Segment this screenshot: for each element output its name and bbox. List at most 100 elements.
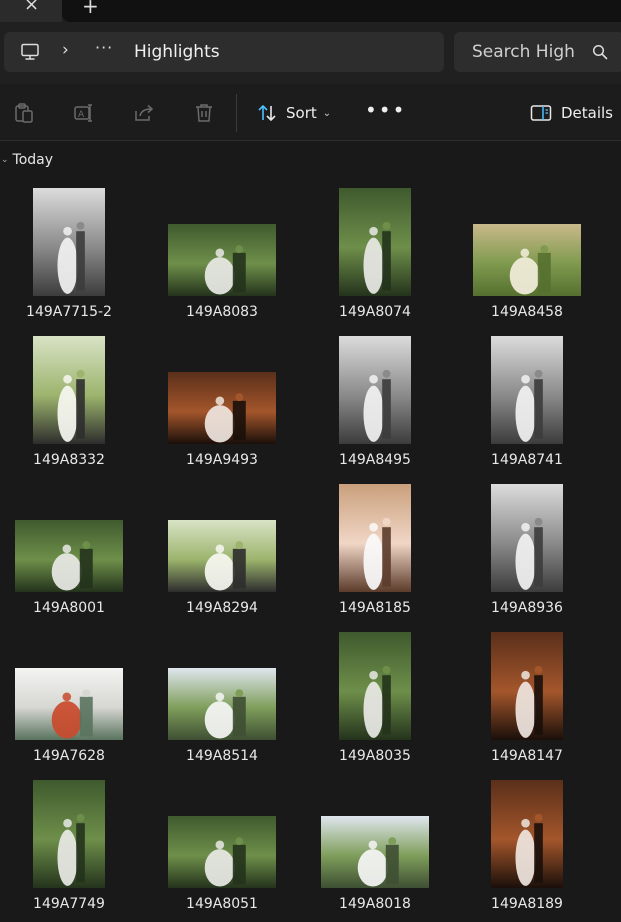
file-name: 149A8147	[491, 748, 563, 764]
thumbnail-frame	[315, 334, 435, 444]
sort-label: Sort	[286, 104, 317, 122]
rename-icon[interactable]: A	[73, 102, 95, 124]
photo-thumbnail	[15, 668, 123, 740]
file-name: 149A8083	[186, 304, 258, 320]
file-item[interactable]: 149A8051	[162, 778, 282, 918]
file-item[interactable]: 149A8147	[467, 630, 587, 770]
photo-thumbnail	[491, 780, 563, 888]
photo-thumbnail	[339, 336, 411, 444]
file-item[interactable]: 149A8495	[315, 334, 435, 474]
details-label: Details	[561, 104, 614, 122]
tab-strip: × +	[0, 0, 621, 22]
photo-thumbnail	[321, 816, 429, 888]
photo-thumbnail	[168, 520, 276, 592]
photo-thumbnail	[168, 668, 276, 740]
file-item[interactable]: 149A8074	[315, 186, 435, 326]
thumbnail-frame	[9, 334, 129, 444]
group-collapse-icon[interactable]: ⌄	[1, 155, 9, 165]
file-name: 149A8936	[491, 600, 563, 616]
address-row: › ··· Highlights Search High	[0, 22, 621, 84]
group-header-today[interactable]: ⌄ Today	[0, 152, 53, 168]
file-name: 149A8185	[339, 600, 411, 616]
photo-thumbnail	[33, 336, 105, 444]
breadcrumb-current-folder[interactable]: Highlights	[134, 42, 220, 62]
sort-button[interactable]: Sort ⌄	[256, 101, 331, 125]
photo-thumbnail	[339, 484, 411, 592]
file-name: 149A7749	[33, 896, 105, 912]
details-pane-icon	[530, 105, 552, 121]
file-item[interactable]: 149A7628	[9, 630, 129, 770]
this-pc-icon[interactable]	[20, 42, 40, 62]
thumbnail-frame	[467, 482, 587, 592]
details-pane-button[interactable]: Details	[530, 101, 613, 125]
file-item[interactable]: 149A8332	[9, 334, 129, 474]
file-item[interactable]: 149A7749	[9, 778, 129, 918]
thumbnail-frame	[315, 778, 435, 888]
file-item[interactable]: 149A8936	[467, 482, 587, 622]
photo-thumbnail	[33, 188, 105, 296]
breadcrumb-chevron-icon[interactable]: ›	[62, 40, 69, 60]
file-name: 149A8458	[491, 304, 563, 320]
thumbnail-frame	[467, 334, 587, 444]
photo-thumbnail	[168, 372, 276, 444]
file-name: 149A8741	[491, 452, 563, 468]
file-item[interactable]: 149A9493	[162, 334, 282, 474]
file-name: 149A8074	[339, 304, 411, 320]
photo-thumbnail	[168, 224, 276, 296]
chevron-down-icon: ⌄	[322, 107, 332, 119]
thumbnail-frame	[9, 482, 129, 592]
share-icon[interactable]	[133, 102, 155, 124]
thumbnail-frame	[9, 630, 129, 740]
file-item[interactable]: 149A8083	[162, 186, 282, 326]
new-tab-icon[interactable]: +	[82, 0, 99, 18]
thumbnail-frame	[315, 482, 435, 592]
sort-icon	[258, 105, 276, 121]
group-label: Today	[12, 152, 54, 168]
photo-thumbnail	[15, 520, 123, 592]
file-item[interactable]: 149A8185	[315, 482, 435, 622]
photo-thumbnail	[491, 484, 563, 592]
file-name: 149A8332	[33, 452, 105, 468]
thumbnail-frame	[162, 630, 282, 740]
close-tab-icon[interactable]: ×	[24, 0, 39, 15]
paste-icon[interactable]	[13, 102, 35, 124]
thumbnail-frame	[315, 186, 435, 296]
search-icon[interactable]	[592, 44, 608, 60]
file-item[interactable]: 149A8741	[467, 334, 587, 474]
file-name: 149A8514	[186, 748, 258, 764]
file-item[interactable]: 149A8001	[9, 482, 129, 622]
file-item[interactable]: 149A8294	[162, 482, 282, 622]
photo-thumbnail	[473, 224, 581, 296]
photo-thumbnail	[168, 816, 276, 888]
file-name: 149A9493	[186, 452, 258, 468]
thumbnail-frame	[162, 186, 282, 296]
file-item[interactable]: 149A8035	[315, 630, 435, 770]
active-tab[interactable]: ×	[0, 0, 62, 22]
photo-thumbnail	[491, 632, 563, 740]
svg-text:A: A	[78, 110, 85, 120]
file-name: 149A7628	[33, 748, 105, 764]
thumbnail-frame	[162, 334, 282, 444]
file-item[interactable]: 149A8458	[467, 186, 587, 326]
thumbnail-frame	[467, 630, 587, 740]
delete-icon[interactable]	[193, 102, 215, 124]
file-item[interactable]: 149A8018	[315, 778, 435, 918]
see-more-button[interactable]: •••	[365, 98, 406, 122]
file-item[interactable]: 149A8514	[162, 630, 282, 770]
file-item[interactable]: 149A7715-2	[9, 186, 129, 326]
thumbnail-frame	[162, 778, 282, 888]
photo-thumbnail	[339, 188, 411, 296]
tab-strip-empty: +	[62, 0, 621, 22]
search-box[interactable]: Search High	[454, 32, 621, 72]
breadcrumb-overflow-button[interactable]: ···	[95, 38, 113, 57]
photo-thumbnail	[491, 336, 563, 444]
file-name: 149A8051	[186, 896, 258, 912]
file-name: 149A8001	[33, 600, 105, 616]
file-name: 149A7715-2	[26, 304, 112, 320]
search-placeholder[interactable]: Search High	[472, 42, 575, 62]
file-name: 149A8018	[339, 896, 411, 912]
thumbnail-frame	[467, 186, 587, 296]
address-bar[interactable]: › ··· Highlights	[4, 32, 444, 72]
file-item[interactable]: 149A8189	[467, 778, 587, 918]
file-name: 149A8189	[491, 896, 563, 912]
